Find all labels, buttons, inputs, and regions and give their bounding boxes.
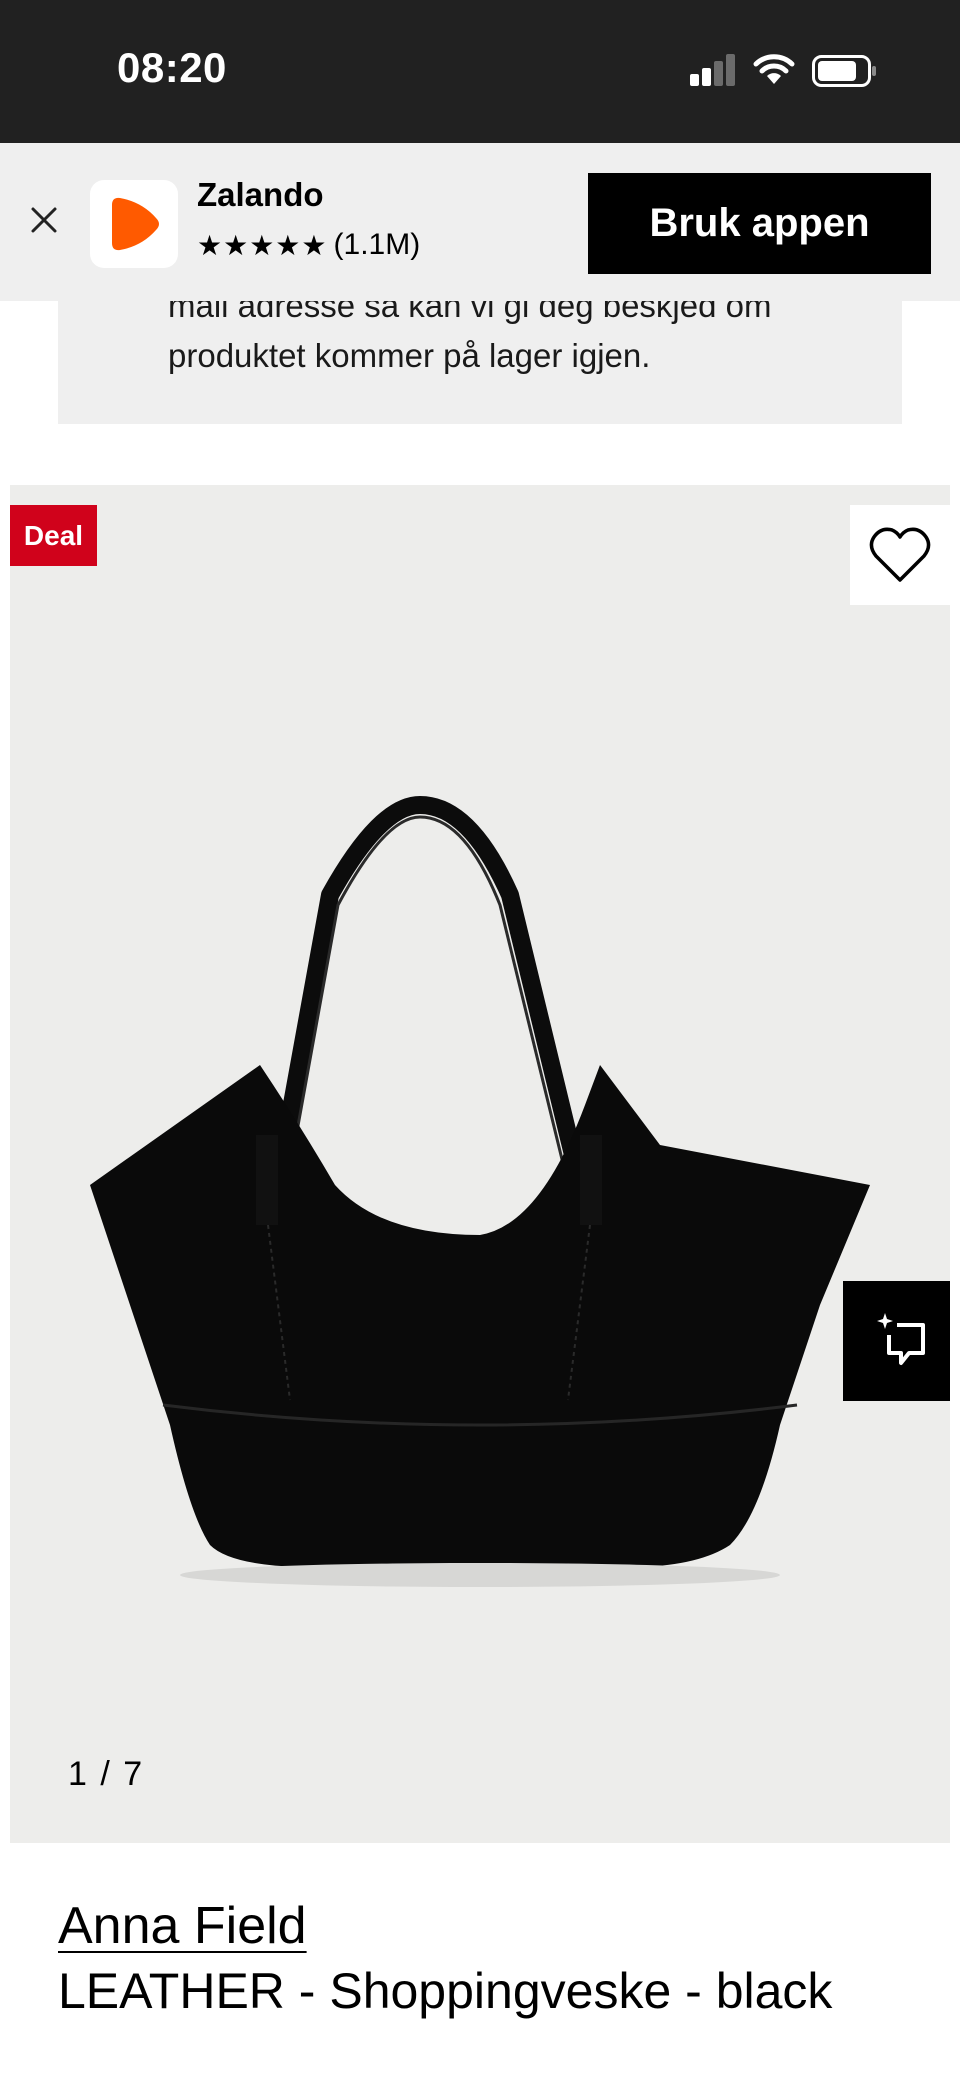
assistant-button[interactable] (843, 1281, 950, 1401)
star-rating-icon: ★★★★★ (197, 229, 328, 261)
zalando-logo-icon (112, 197, 159, 251)
product-image-gallery[interactable]: Deal 1 / 7 (10, 485, 950, 1843)
wifi-icon (753, 54, 795, 84)
image-page-counter: 1 / 7 (68, 1755, 145, 1793)
wishlist-button[interactable] (850, 505, 950, 605)
status-time: 08:20 (117, 44, 227, 91)
zalando-app-icon (90, 180, 178, 268)
heart-icon (869, 527, 931, 582)
status-bar: 08:20 (0, 0, 960, 143)
deal-badge: Deal (10, 505, 97, 566)
app-rating: ★★★★★ (1.1M) (197, 228, 420, 262)
sparkle-frame-icon (877, 1313, 925, 1365)
product-info: Anna Field LEATHER - Shoppingveske - bla… (58, 1895, 918, 2023)
battery-icon (812, 55, 876, 87)
close-icon[interactable] (24, 200, 64, 240)
cellular-signal-icon (690, 54, 736, 86)
product-image (90, 796, 870, 1587)
open-app-button[interactable]: Bruk appen (588, 173, 931, 274)
notify-text: mail adresse så kan vi gi deg beskjed om… (168, 301, 772, 374)
brand-link[interactable]: Anna Field (58, 1895, 307, 1957)
product-name: LEATHER - Shoppingveske - black (58, 1963, 833, 2019)
stock-notify-box: mail adresse så kan vi gi deg beskjed om… (58, 301, 902, 424)
rating-count: (1.1M) (333, 228, 421, 261)
app-name: Zalando (197, 176, 324, 213)
